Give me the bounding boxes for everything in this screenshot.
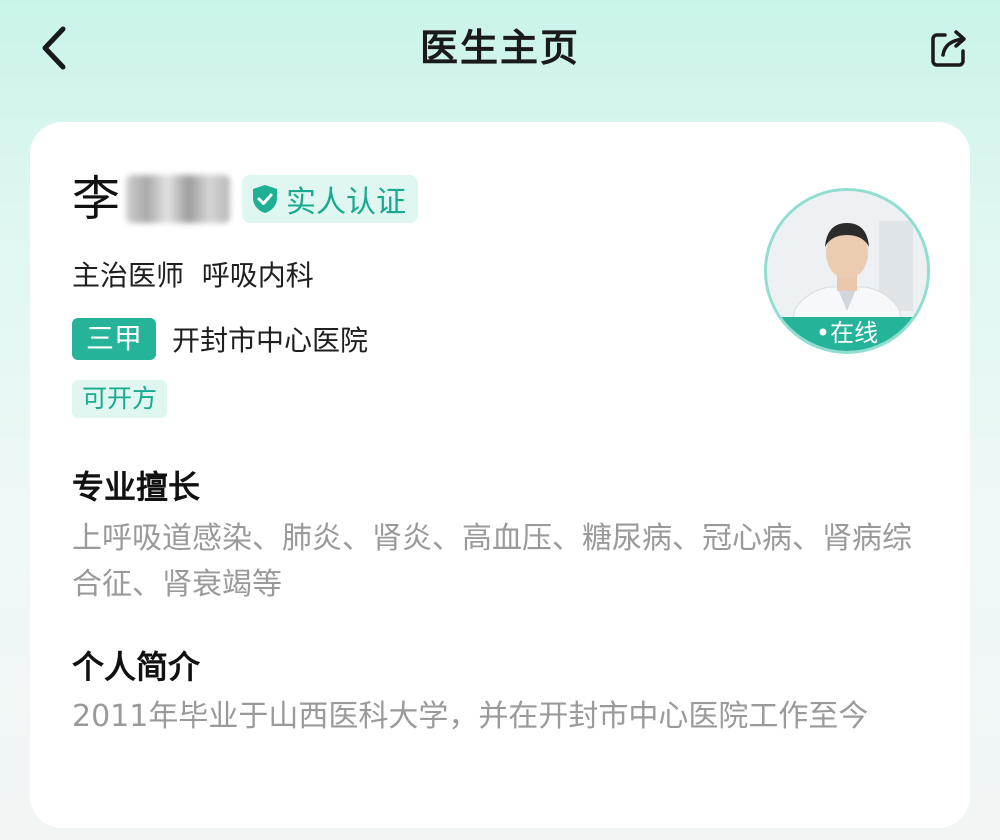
page-title: 医生主页 (419, 26, 580, 70)
doctor-surname: 李 (72, 171, 121, 227)
share-button[interactable] (920, 20, 978, 78)
verified-label: 实人认证 (286, 185, 407, 220)
intro-heading: 个人简介 (72, 648, 201, 686)
doctor-name-row: 李 实人认证 (72, 166, 419, 232)
doctor-profile-card: 李 实人认证 主治医师 呼吸内科 三甲 开封市中心医院 可开方 •在线 专业擅长… (30, 122, 970, 828)
shield-check-icon (253, 185, 278, 213)
top-nav-bar: 医生主页 (0, 0, 1000, 100)
online-status: •在线 (767, 317, 927, 351)
avatar[interactable]: •在线 (764, 188, 930, 354)
hospital-level-badge: 三甲 (72, 318, 157, 360)
verified-badge: 实人认证 (242, 175, 419, 223)
specialty-text: 上呼吸道感染、肺炎、肾炎、高血压、糖尿病、冠心病、肾病综合征、肾衰竭等 (72, 521, 912, 602)
intro-text: 2011年毕业于山西医科大学，并在开封市中心医院工作至今 (72, 699, 869, 734)
doctor-title-department: 主治医师 呼吸内科 (72, 259, 314, 292)
specialty-heading: 专业擅长 (72, 468, 201, 506)
prescription-badge: 可开方 (72, 380, 168, 418)
share-icon (931, 30, 966, 67)
hospital-name: 开封市中心医院 (172, 324, 369, 357)
doctor-given-name-blurred (126, 175, 231, 223)
hospital-row: 三甲 开封市中心医院 (72, 318, 368, 360)
